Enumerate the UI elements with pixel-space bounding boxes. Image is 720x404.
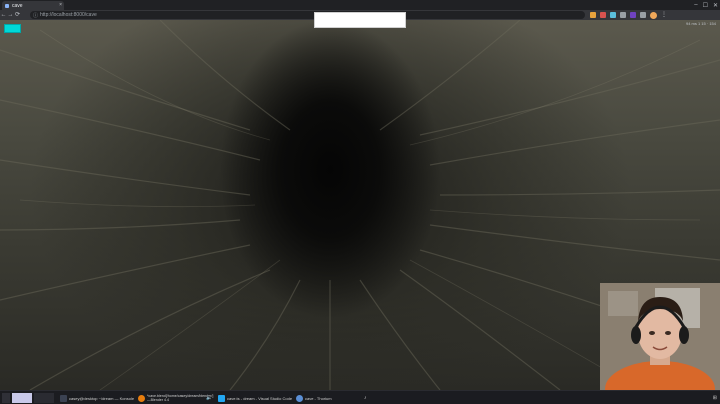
minimize-button[interactable]: – (694, 2, 697, 8)
thorium-icon (296, 394, 303, 402)
forward-button[interactable]: → (7, 10, 14, 20)
menu-icon[interactable]: ⋮ (661, 11, 667, 19)
speaker-icon: 🔈 (206, 395, 213, 401)
taskbar-item-konsole[interactable]: casey@desktop ~/dream — Konsole (60, 393, 135, 403)
tab-close-icon[interactable]: × (59, 2, 62, 8)
url-text: http://localhost:8000/cave (40, 12, 97, 18)
puzzle-icon[interactable] (640, 12, 646, 18)
volume-icon: ♪ (364, 395, 367, 401)
vscode-icon (218, 394, 225, 402)
extension-icon[interactable] (590, 12, 596, 18)
taskbar-item-label: cave.ts - dream - Visual Studio Code (227, 395, 293, 401)
profile-avatar[interactable] (650, 11, 657, 19)
workspace-1[interactable] (12, 393, 32, 403)
taskbar-item-vscode[interactable]: cave.ts - dream - Visual Studio Code (218, 393, 293, 403)
show-desktop-icon[interactable]: ⊞ (713, 395, 717, 401)
taskbar-item-blender[interactable]: *cave.blend[/home/casey/dream/blender/]—… (138, 393, 214, 403)
reload-button[interactable]: ⟳ (14, 10, 21, 20)
tab-title: cave (12, 2, 23, 9)
terminal-icon (60, 394, 67, 402)
taskbar-item-label: casey@desktop ~/dream — Konsole (69, 395, 135, 401)
extensions-area: ⋮ (590, 11, 667, 19)
hud-stats: 94 ms 1 15 · 154 (685, 21, 716, 26)
maximize-button[interactable]: ☐ (703, 2, 708, 9)
tab-cave[interactable]: cave × (2, 1, 64, 10)
system-tray: ⊞ (713, 393, 717, 403)
extension-icon[interactable] (610, 12, 616, 18)
os-taskbar: casey@desktop ~/dream — Konsole *cave.bl… (0, 390, 720, 404)
extension-icon[interactable] (620, 12, 626, 18)
blender-icon (138, 394, 145, 402)
taskbar-item-thorium[interactable]: cave - Thorium (296, 393, 356, 403)
extension-icon[interactable] (600, 12, 606, 18)
tab-favicon-icon (5, 3, 9, 8)
back-button[interactable]: ← (0, 10, 7, 20)
taskbar-item-label: cave - Thorium (305, 395, 332, 401)
info-icon[interactable]: ⓘ (33, 12, 38, 19)
taskbar-item-label: *cave.blend[/home/casey/dream/blender/]—… (147, 394, 214, 402)
browser-tab-bar: cave × – ☐ ✕ (0, 0, 720, 10)
workspace-2[interactable] (34, 393, 54, 403)
close-window-button[interactable]: ✕ (713, 2, 718, 9)
blank-overlay-bar (314, 12, 406, 28)
taskbar-audio[interactable]: 🔈 (206, 393, 216, 403)
webcam-person-figure (600, 283, 720, 390)
webcam-overlay (600, 283, 720, 390)
hud-indicator (4, 24, 21, 33)
window-controls: – ☐ ✕ (694, 0, 718, 10)
address-bar[interactable]: ⓘ http://localhost:8000/cave (30, 11, 585, 19)
launcher-button[interactable] (2, 393, 10, 403)
extension-icon[interactable] (630, 12, 636, 18)
taskbar-volume[interactable]: ♪ (364, 393, 372, 403)
